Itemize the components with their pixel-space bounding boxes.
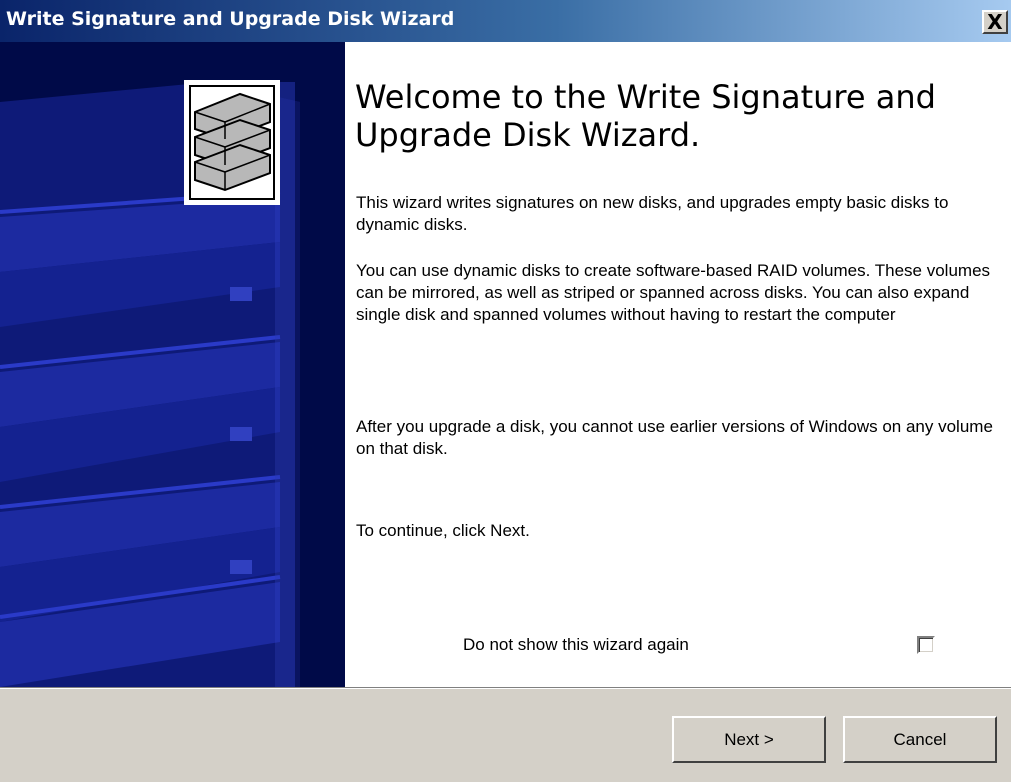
next-button[interactable]: Next > [672, 716, 826, 763]
disk-stack-icon [184, 80, 280, 205]
close-icon: X [987, 10, 1003, 34]
wizard-banner [0, 42, 345, 687]
title-bar[interactable]: Write Signature and Upgrade Disk Wizard … [0, 0, 1011, 42]
wizard-heading: Welcome to the Write Signature and Upgra… [355, 78, 936, 154]
upgrade-warning-paragraph: After you upgrade a disk, you cannot use… [356, 417, 993, 458]
window-title: Write Signature and Upgrade Disk Wizard [6, 8, 455, 30]
continue-instruction: To continue, click Next. [356, 521, 530, 540]
footer-separator [0, 687, 1011, 689]
banner-graphic [0, 42, 345, 687]
close-button[interactable]: X [982, 10, 1008, 34]
wizard-content: Welcome to the Write Signature and Upgra… [0, 42, 1011, 687]
cancel-button[interactable]: Cancel [843, 716, 997, 763]
intro-paragraph: This wizard writes signatures on new dis… [356, 193, 949, 234]
do-not-show-checkbox[interactable] [917, 636, 935, 654]
dynamic-disks-paragraph: You can use dynamic disks to create soft… [356, 261, 991, 324]
wizard-body: Welcome to the Write Signature and Upgra… [345, 42, 1011, 687]
wizard-window: Write Signature and Upgrade Disk Wizard … [0, 0, 1011, 782]
do-not-show-label[interactable]: Do not show this wizard again [463, 635, 689, 655]
